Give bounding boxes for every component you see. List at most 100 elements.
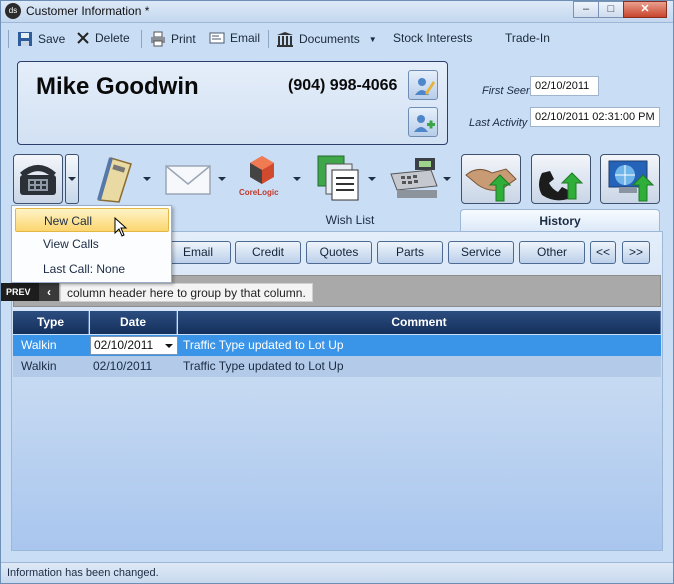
customer-phone: (904) 998-4066 — [288, 77, 398, 94]
telephone-icon — [20, 165, 56, 195]
toolbar: Save Delete Print Email Documents ▼ Stoc… — [1, 27, 673, 51]
envelope-icon — [165, 165, 211, 195]
scroll-right-button[interactable]: >> — [622, 241, 650, 264]
print-button[interactable]: Print — [150, 31, 196, 47]
customer-name: Mike Goodwin — [36, 73, 199, 100]
save-label: Save — [38, 32, 66, 46]
chevron-down-icon[interactable] — [143, 177, 151, 181]
deal-button[interactable] — [461, 154, 521, 204]
minimize-button[interactable]: – — [573, 1, 599, 18]
cell-comment: Traffic Type updated to Lot Up — [183, 338, 344, 352]
menu-item-new-call[interactable]: New Call — [15, 208, 169, 232]
cash-register-icon — [390, 158, 438, 198]
notebook-icon — [97, 157, 132, 203]
edit-person-icon — [415, 78, 435, 95]
filter-email-button[interactable]: Email — [165, 241, 231, 264]
column-header-date[interactable]: Date — [90, 311, 177, 334]
tab-history[interactable]: History — [460, 209, 660, 232]
tab-wish-list[interactable]: Wish List — [291, 209, 409, 232]
email-toolbar-button[interactable]: Email — [209, 31, 260, 45]
chevron-down-icon: ▼ — [368, 34, 377, 44]
print-label: Print — [171, 32, 196, 46]
globe-computer-icon — [608, 160, 655, 202]
last-activity-label: Last Activity — [469, 117, 528, 129]
cell-date: 02/10/2011 — [94, 338, 154, 352]
document-stack-icon — [317, 155, 359, 201]
web-upload-button[interactable] — [600, 154, 660, 204]
chevron-left-icon: ‹ — [39, 283, 59, 301]
title-bar: ds Customer Information * – □ ✕ — [1, 1, 673, 23]
mouse-cursor-icon — [114, 217, 128, 237]
group-by-hint: column header here to group by that colu… — [60, 283, 313, 302]
table-row[interactable]: Walkin 02/10/2011 Traffic Type updated t… — [13, 356, 661, 377]
documents-label: Documents — [299, 32, 360, 46]
stock-interests-button[interactable]: Stock Interests — [393, 31, 472, 45]
save-icon — [18, 32, 32, 46]
printer-icon — [151, 31, 165, 47]
delete-x-icon — [77, 32, 89, 44]
outbound-call-button[interactable] — [531, 154, 591, 204]
cell-type: Walkin — [21, 338, 57, 352]
customer-information-window: ds Customer Information * – □ ✕ Save Del… — [0, 0, 674, 584]
last-activity-field: 02/10/2011 02:31:00 PM — [530, 107, 660, 127]
cell-comment: Traffic Type updated to Lot Up — [183, 359, 344, 373]
call-button[interactable] — [13, 154, 63, 204]
filter-credit-button[interactable]: Credit — [235, 241, 301, 264]
documents-stack-button[interactable] — [314, 154, 364, 204]
prev-label: PREV — [6, 287, 31, 297]
delete-label: Delete — [95, 31, 130, 45]
date-cell-editor[interactable]: 02/10/2011 — [90, 336, 178, 355]
chevron-down-icon[interactable] — [368, 177, 376, 181]
maximize-button[interactable]: □ — [598, 1, 624, 18]
edit-contact-button[interactable] — [408, 70, 438, 100]
scroll-left-button[interactable]: << — [590, 241, 616, 264]
window-controls: – □ ✕ — [573, 1, 667, 18]
chevron-down-icon[interactable] — [165, 344, 173, 348]
corelogic-label: CoreLogic — [239, 188, 279, 197]
customer-header-panel: Mike Goodwin (904) 998-4066 — [17, 61, 448, 145]
trade-in-button[interactable]: Trade-In — [505, 31, 550, 45]
filter-quotes-button[interactable]: Quotes — [306, 241, 372, 264]
save-button[interactable]: Save — [17, 31, 65, 47]
column-header-comment[interactable]: Comment — [178, 311, 661, 334]
chevron-down-icon[interactable] — [218, 177, 226, 181]
call-dropdown-menu: New Call View Calls Last Call: None — [11, 205, 172, 283]
add-person-icon — [414, 115, 435, 132]
first-seen-label: First Seen — [482, 85, 533, 97]
app-logo-icon: ds — [5, 3, 21, 19]
delete-button[interactable]: Delete — [76, 31, 130, 45]
column-header-type[interactable]: Type — [13, 311, 89, 334]
documents-menu[interactable]: Documents ▼ — [276, 31, 377, 47]
filter-parts-button[interactable]: Parts — [377, 241, 443, 264]
filter-other-button[interactable]: Other — [519, 241, 585, 264]
filter-service-button[interactable]: Service — [448, 241, 514, 264]
email-card-icon — [209, 32, 225, 44]
menu-item-last-call: Last Call: None — [43, 262, 126, 276]
phone-upload-icon — [539, 171, 584, 201]
chevron-down-icon[interactable] — [443, 177, 451, 181]
email-button[interactable] — [163, 154, 213, 204]
documents-columns-icon — [277, 32, 293, 47]
chevron-down-icon — [68, 177, 76, 181]
toolbar-separator — [141, 30, 142, 48]
first-seen-field: 02/10/2011 — [530, 76, 599, 96]
toolbar-grip — [8, 30, 9, 48]
cell-date: 02/10/2011 — [93, 359, 153, 373]
close-button[interactable]: ✕ — [623, 1, 667, 18]
prev-tab[interactable]: PREV ‹ — [1, 283, 59, 301]
handshake-upload-icon — [465, 168, 517, 202]
stock-interests-label: Stock Interests — [393, 31, 473, 45]
status-bar: Information has been changed. — [1, 562, 673, 583]
table-row[interactable]: Walkin 02/10/2011 Traffic Type updated t… — [13, 335, 661, 356]
window-title: Customer Information * — [26, 4, 150, 18]
corelogic-logo-icon — [250, 156, 274, 184]
corelogic-button[interactable]: CoreLogic — [237, 154, 287, 204]
note-button[interactable] — [89, 154, 139, 204]
add-contact-button[interactable] — [408, 107, 438, 137]
cell-type: Walkin — [21, 359, 57, 373]
register-button[interactable] — [387, 154, 438, 204]
chevron-down-icon[interactable] — [293, 177, 301, 181]
email-toolbar-label: Email — [230, 31, 261, 45]
menu-item-view-calls[interactable]: View Calls — [15, 232, 169, 256]
toolbar-separator — [268, 30, 269, 48]
